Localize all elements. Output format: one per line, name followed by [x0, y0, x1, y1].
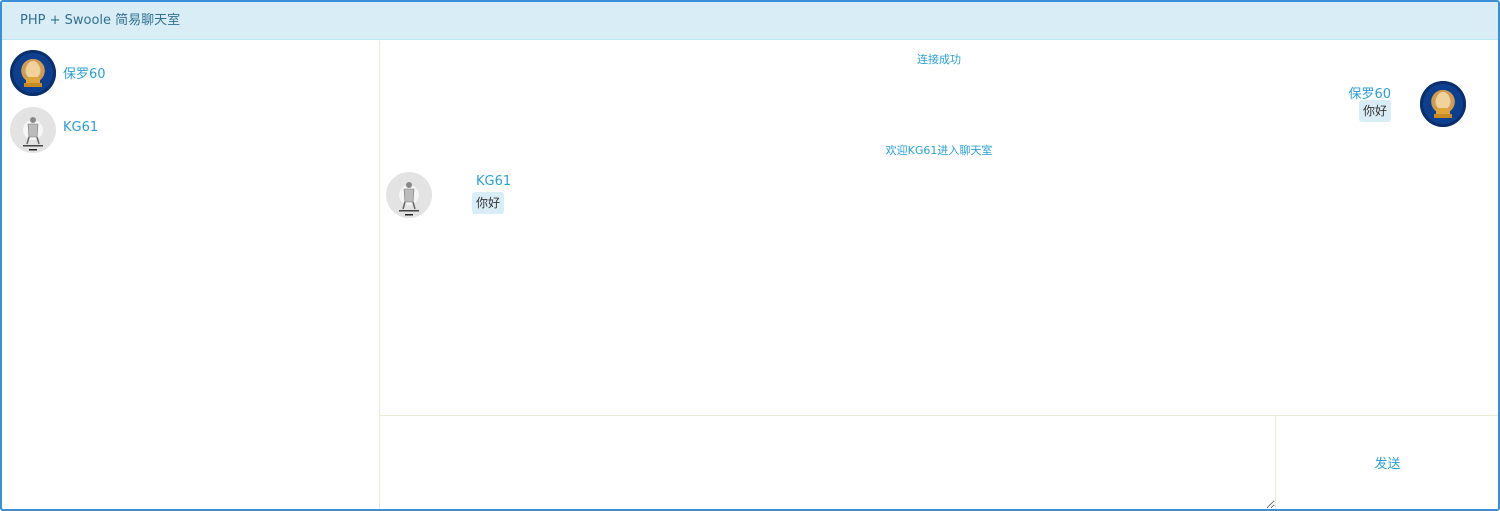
message-input[interactable]	[380, 416, 1276, 509]
user-name: 保罗60	[63, 67, 106, 82]
message-area: 连接成功 保罗60 你好 欢迎KG61进入聊天室 KG61 你好	[380, 41, 1498, 416]
avatar	[1420, 81, 1466, 127]
avatar	[386, 172, 432, 218]
avatar	[10, 107, 56, 153]
user-name: KG61	[63, 120, 99, 135]
avatar	[10, 50, 56, 96]
panel-title: PHP + Swoole 简易聊天室	[2, 2, 1498, 40]
message-input-container	[380, 416, 1276, 509]
send-button[interactable]: 发送	[1277, 416, 1498, 509]
chat-panel: PHP + Swoole 简易聊天室 保罗60 KG61 连接成功 保罗60 你…	[0, 0, 1500, 511]
system-message: 连接成功	[917, 53, 961, 66]
user-item-paul[interactable]: 保罗60	[10, 50, 370, 98]
user-list: 保罗60 KG61	[6, 41, 380, 509]
user-item-kg[interactable]: KG61	[10, 107, 370, 155]
message-bubble: 你好	[472, 192, 505, 214]
system-message: 欢迎KG61进入聊天室	[885, 144, 993, 157]
message-bubble: 你好	[1358, 100, 1391, 122]
message-sender: KG61	[476, 174, 512, 189]
